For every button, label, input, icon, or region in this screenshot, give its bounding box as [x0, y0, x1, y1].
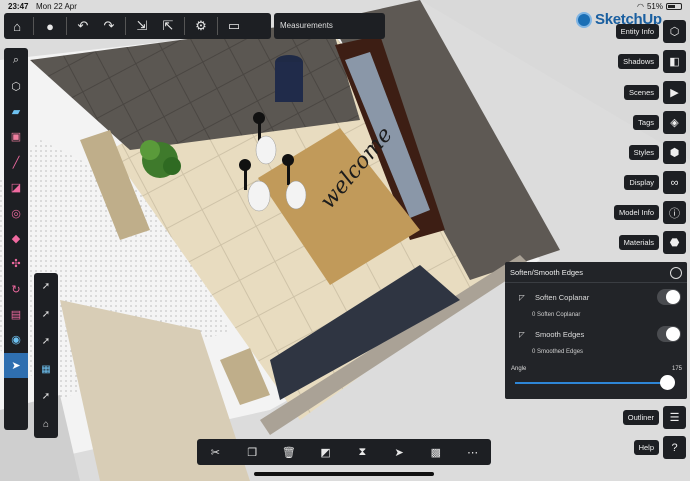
tag-icon[interactable]: ◈ — [663, 111, 686, 134]
panel-styles[interactable]: Styles ⬢ — [628, 141, 686, 164]
model-viewport[interactable]: welcome — [0, 0, 690, 481]
panel-label: Entity Info — [615, 24, 659, 39]
panel-help[interactable]: Help ? — [633, 436, 686, 459]
panel-label: Materials — [618, 235, 659, 250]
scene-icon[interactable]: ▶ — [663, 81, 686, 104]
settings-icon[interactable]: ⚙ — [188, 13, 214, 39]
soften-coplanar-label: Soften Coplanar — [535, 293, 590, 302]
panel-label: Model Info — [613, 205, 659, 220]
smooth-edges-count: 0 Smoothed Edges — [532, 349, 584, 355]
more-icon[interactable]: ⋯ — [462, 441, 484, 463]
panel-outliner[interactable]: Outliner ☰ — [622, 406, 686, 429]
clock: 23:47 — [8, 2, 29, 11]
smooth-edges-label: Smooth Edges — [535, 330, 585, 339]
hourglass-icon[interactable]: ⧗ — [351, 441, 373, 463]
info-icon[interactable]: ⓘ — [663, 201, 686, 224]
push-pull-icon[interactable]: ▣ — [4, 124, 28, 149]
soften-coplanar-toggle[interactable] — [657, 289, 681, 305]
eraser-icon[interactable]: ▰ — [4, 99, 28, 124]
angle-label: Angle — [511, 366, 527, 372]
battery-icon — [666, 3, 682, 10]
panel-label: Tags — [633, 115, 659, 130]
move-icon[interactable]: ✣ — [4, 251, 28, 276]
orbit-icon[interactable]: ⬡ — [4, 73, 28, 98]
date: Mon 22 Apr — [36, 2, 77, 11]
user-icon[interactable]: ● — [37, 13, 63, 39]
trash-icon[interactable]: 🗑 — [278, 441, 300, 463]
cube-icon[interactable]: ⬡ — [663, 20, 686, 43]
arrow-plus-icon[interactable]: ➚ — [34, 273, 58, 301]
angle-value: 175 — [672, 366, 683, 372]
checker-icon[interactable]: ▩ — [425, 441, 447, 463]
rotate-icon[interactable]: ↻ — [4, 277, 28, 302]
import-icon[interactable]: ⇲ — [129, 13, 155, 39]
smooth-edge-icon: ◸ — [519, 330, 525, 339]
materials-icon[interactable]: ⬣ — [663, 231, 686, 254]
angle-slider-track[interactable] — [515, 382, 672, 384]
battery-percent: 51% — [646, 2, 663, 11]
export-icon[interactable]: ⇱ — [155, 13, 181, 39]
line-icon[interactable]: ╱ — [4, 150, 28, 175]
shadow-icon[interactable]: ◧ — [663, 50, 686, 73]
panel-label: Shadows — [618, 54, 659, 69]
undo-icon[interactable]: ↶ — [70, 13, 96, 39]
measurements-box[interactable]: Measurements — [274, 13, 385, 39]
panel-shadows[interactable]: Shadows ◧ — [618, 50, 686, 73]
bottom-toolbar: ✂ ❐ 🗑 ◩ ⧗ ➤ ▩ ⋯ — [197, 439, 491, 465]
outliner-icon[interactable]: ☰ — [663, 406, 686, 429]
glasses-icon[interactable]: ∞ — [663, 171, 686, 194]
panel-materials[interactable]: Materials ⬣ — [618, 231, 686, 254]
home-icon[interactable]: ⌂ — [4, 13, 30, 39]
panel-tags[interactable]: Tags ◈ — [633, 111, 686, 134]
paint-tool-icon[interactable]: ◩ — [315, 441, 337, 463]
arrow-plus-icon[interactable]: ➚ — [34, 328, 58, 356]
panel-title: Soften/Smooth Edges — [505, 262, 687, 283]
sketchup-logo-icon — [576, 11, 592, 28]
panel-label: Display — [624, 175, 659, 190]
search-icon[interactable]: ⌕ — [4, 48, 28, 73]
help-icon[interactable]: ? — [663, 436, 686, 459]
panel-label: Styles — [628, 145, 659, 160]
panel-scenes[interactable]: Scenes ▶ — [623, 81, 686, 104]
status-right: ◠ 51% — [637, 2, 682, 11]
top-toolbar: ⌂ ● ↶ ↷ ⇲ ⇱ ⚙ ▭ — [4, 13, 271, 39]
scissors-icon[interactable]: ✂ — [204, 441, 226, 463]
paint-icon[interactable]: ◆ — [4, 226, 28, 251]
home-indicator[interactable] — [254, 472, 434, 476]
arrow-plus-icon[interactable]: ➚ — [34, 383, 58, 411]
divider — [184, 17, 185, 35]
rectangle-icon[interactable]: ◪ — [4, 175, 28, 200]
panel-label: Scenes — [623, 85, 659, 100]
hat-icon[interactable]: ⌂ — [34, 411, 58, 439]
soften-coplanar-count: 0 Soften Coplanar — [532, 312, 581, 318]
panel-display[interactable]: Display ∞ — [624, 171, 686, 194]
left-toolbar: ⌕ ⬡ ▰ ▣ ╱ ◪ ◎ ◆ ✣ ↻ ▤ ◉ ➤ — [4, 48, 28, 430]
redo-icon[interactable]: ↷ — [96, 13, 122, 39]
soften-smooth-panel: Soften/Smooth Edges ◸ Soften Coplanar 0 … — [505, 262, 687, 399]
panel-model-info[interactable]: Model Info ⓘ — [613, 201, 686, 224]
panel-label: Help — [633, 440, 659, 455]
styles-icon[interactable]: ⬢ — [663, 141, 686, 164]
tape-icon[interactable]: ◉ — [4, 327, 28, 352]
section-icon[interactable]: ▤ — [4, 302, 28, 327]
circle-icon[interactable]: ◎ — [4, 200, 28, 225]
view-icon[interactable]: ▭ — [221, 13, 247, 39]
panel-entity-info[interactable]: Entity Info ⬡ — [615, 20, 686, 43]
globe-icon[interactable] — [670, 267, 682, 279]
grid-icon[interactable]: ▦ — [34, 356, 58, 384]
wifi-icon: ◠ — [637, 2, 644, 11]
soften-edge-icon: ◸ — [519, 293, 525, 302]
panel-label: Outliner — [622, 410, 659, 425]
smooth-edges-toggle[interactable] — [657, 326, 681, 342]
cursor-icon[interactable]: ➤ — [388, 441, 410, 463]
arrow-icon[interactable]: ➚ — [34, 301, 58, 329]
select-icon[interactable]: ➤ — [4, 352, 28, 379]
divider — [66, 17, 67, 35]
divider — [33, 17, 34, 35]
divider — [125, 17, 126, 35]
sub-toolbar: ➚ ➚ ➚ ▦ ➚ ⌂ — [34, 273, 58, 438]
divider — [217, 17, 218, 35]
angle-slider-knob[interactable] — [660, 375, 675, 390]
copy-icon[interactable]: ❐ — [241, 441, 263, 463]
